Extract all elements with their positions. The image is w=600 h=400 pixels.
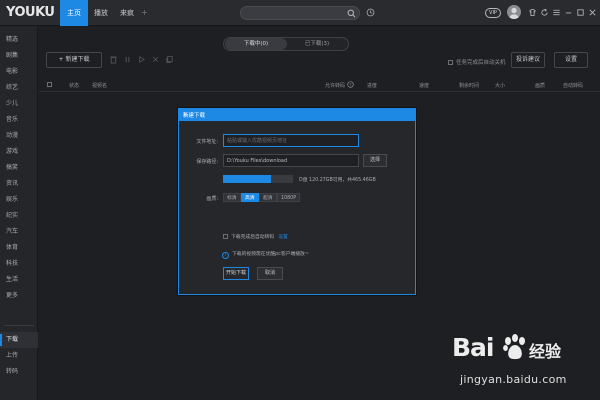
auto-shutdown-checkbox[interactable]	[448, 60, 453, 65]
search-icon[interactable]	[347, 9, 356, 18]
sidebar-item-featured[interactable]: 精选	[0, 32, 38, 48]
sidebar-item-more[interactable]: 更多	[0, 288, 38, 304]
user-silhouette-icon	[509, 7, 519, 19]
top-bar: YOUKU 主页 播放 来疯 + VIP	[0, 0, 600, 26]
search-box[interactable]	[240, 6, 360, 20]
dialog-close-icon[interactable]: ×	[183, 111, 411, 119]
close-icon[interactable]	[588, 8, 597, 17]
save-path-input[interactable]	[223, 154, 359, 167]
quality-label: 画质:	[206, 196, 218, 202]
choose-folder-button[interactable]: 选择	[363, 154, 387, 167]
feedback-button[interactable]: 投诉建议	[511, 52, 545, 68]
history-clock-icon[interactable]	[366, 8, 375, 17]
svg-text:?: ?	[349, 82, 351, 87]
column-progress[interactable]: 进度	[367, 82, 377, 89]
cancel-button[interactable]: 取消	[257, 267, 283, 280]
search-input[interactable]	[249, 9, 344, 18]
player-tip: i 下载的视频需在优酷pc客户端播放~	[222, 250, 309, 259]
refresh-icon[interactable]	[540, 8, 549, 17]
cancel-x-icon[interactable]	[151, 55, 160, 64]
tab-downloading[interactable]: 下载中(0)	[225, 38, 287, 50]
sidebar-item-transcode[interactable]: 转码	[0, 364, 38, 380]
help-icon[interactable]: ?	[347, 81, 354, 90]
sidebar-item-upload[interactable]: 上传	[0, 348, 38, 364]
file-url-input[interactable]	[223, 134, 359, 147]
tab-downloaded[interactable]: 已下载(3)	[286, 38, 348, 50]
sidebar-item-documentary[interactable]: 纪实	[0, 208, 38, 224]
sidebar-item-life[interactable]: 生活	[0, 272, 38, 288]
transcode-settings-link[interactable]: 设置	[278, 235, 288, 240]
sidebar-item-movies[interactable]: 电影	[0, 64, 38, 80]
quality-option-hd[interactable]: 高清	[241, 193, 259, 202]
youku-logo[interactable]: YOUKU	[6, 5, 55, 20]
sidebar-item-download[interactable]: 下载	[0, 332, 38, 348]
auto-transcode-option[interactable]: 下载完成后自动转码 设置	[223, 233, 288, 240]
baidu-jingyan-watermark: Bai 经验 jingyan.baidu.com	[452, 333, 597, 397]
start-download-button[interactable]: 开始下载	[223, 267, 249, 280]
tab-laifeng[interactable]: 来疯	[114, 0, 140, 26]
user-avatar[interactable]	[507, 5, 521, 19]
sidebar-item-kids[interactable]: 少儿	[0, 96, 38, 112]
sidebar-item-sports[interactable]: 体育	[0, 240, 38, 256]
column-size[interactable]: 大小	[495, 82, 505, 89]
column-auto-transcode[interactable]: 自动转码	[563, 82, 583, 89]
sidebar-item-entertainment[interactable]: 娱乐	[0, 192, 38, 208]
save-path-label: 保存路径:	[196, 159, 218, 165]
category-sidebar: 精选 剧集 电影 综艺 少儿 音乐 动漫 游戏 搞笑 资讯 娱乐 纪实 汽车 体…	[0, 26, 38, 400]
sidebar-item-music[interactable]: 音乐	[0, 112, 38, 128]
add-tab-button[interactable]: +	[141, 0, 148, 26]
sidebar-item-games[interactable]: 游戏	[0, 144, 38, 160]
menu-icon[interactable]	[552, 8, 561, 17]
watermark-brand: Bai	[452, 333, 494, 362]
quality-option-sd[interactable]: 标清	[223, 193, 241, 202]
sidebar-item-auto[interactable]: 汽车	[0, 224, 38, 240]
minimize-icon[interactable]	[564, 8, 573, 17]
pause-icon[interactable]	[123, 55, 132, 64]
auto-shutdown-option[interactable]: 任务完成后自动关机	[448, 58, 506, 66]
play-icon[interactable]	[137, 55, 146, 64]
tab-home[interactable]: 主页	[60, 0, 88, 26]
vip-badge[interactable]: VIP	[485, 8, 501, 18]
sidebar-item-series[interactable]: 剧集	[0, 48, 38, 64]
download-table-header: 状态 视频名 允许转码 ? 进度 速度 剩余时间 大小 画质 自动转码	[39, 78, 600, 92]
maximize-icon[interactable]	[576, 8, 585, 17]
tab-play[interactable]: 播放	[88, 0, 114, 26]
column-remaining-time[interactable]: 剩余时间	[459, 82, 479, 89]
sidebar-item-funny[interactable]: 搞笑	[0, 160, 38, 176]
settings-button[interactable]: 设置	[554, 52, 588, 68]
sidebar-divider	[4, 325, 34, 326]
quality-option-super[interactable]: 超清	[259, 193, 277, 202]
sidebar-item-anime[interactable]: 动漫	[0, 128, 38, 144]
delete-icon[interactable]	[109, 55, 118, 64]
sidebar-item-tech[interactable]: 科技	[0, 256, 38, 272]
column-video-name[interactable]: 视频名	[92, 82, 107, 89]
copy-icon[interactable]	[165, 55, 174, 64]
column-allow-transcode[interactable]: 允许转码	[325, 82, 345, 89]
disk-space-text: D盘 120.27GB可用，共465.46GB	[299, 178, 376, 183]
column-status[interactable]: 状态	[69, 82, 79, 89]
disk-usage-bar	[223, 175, 293, 183]
sidebar-item-variety[interactable]: 综艺	[0, 80, 38, 96]
sidebar-item-news[interactable]: 资讯	[0, 176, 38, 192]
file-url-label: 文件地址:	[196, 139, 218, 145]
disk-usage-fill	[223, 175, 271, 183]
skin-icon[interactable]	[528, 8, 537, 17]
column-quality[interactable]: 画质	[535, 82, 545, 89]
quality-option-1080p[interactable]: 1080P	[277, 193, 301, 202]
auto-transcode-checkbox[interactable]	[223, 234, 228, 239]
watermark-jingyan: 经验	[529, 342, 562, 361]
paw-logo-icon	[503, 334, 525, 360]
info-icon: i	[222, 252, 229, 259]
dialog-title-bar: 新建下载 ×	[179, 109, 415, 121]
watermark-url: jingyan.baidu.com	[460, 373, 567, 386]
new-download-button[interactable]: + 新建下载	[46, 52, 102, 68]
select-all-checkbox[interactable]	[47, 82, 52, 87]
column-speed[interactable]: 速度	[419, 82, 429, 89]
download-tabs: 下载中(0) 已下载(3)	[223, 37, 349, 51]
